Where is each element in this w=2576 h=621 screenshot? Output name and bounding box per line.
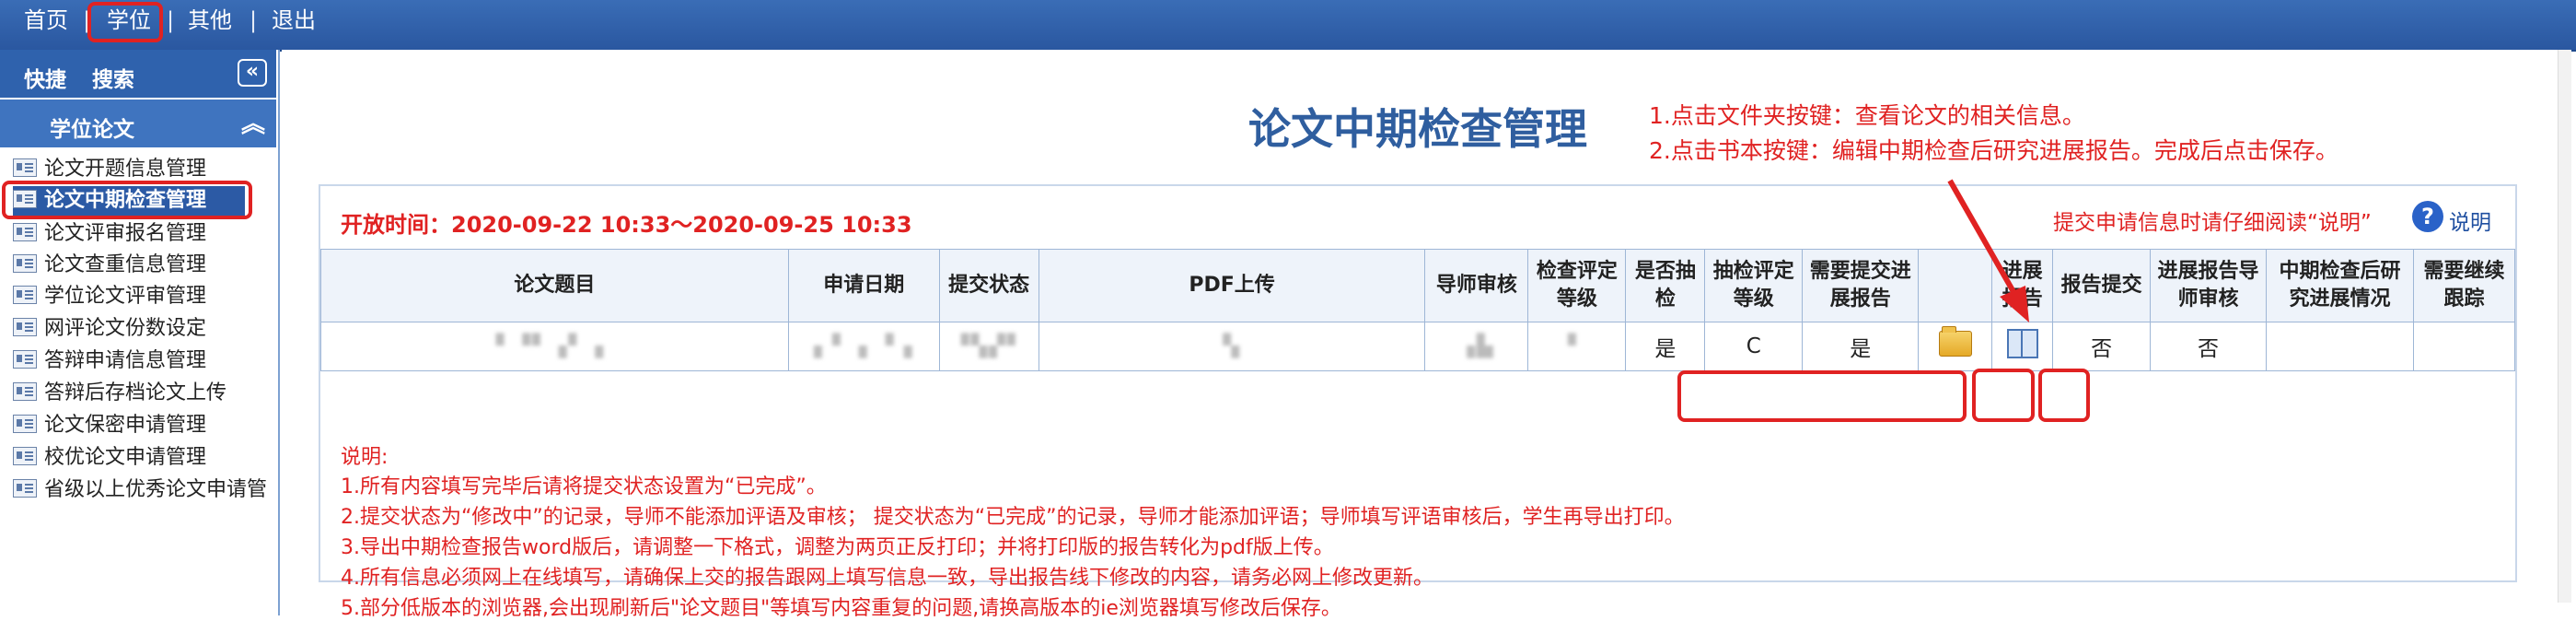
- note-line: 3.导出中期检查报告word版后，请调整一下格式，调整为两页正反打印；并将打印版…: [341, 536, 1334, 559]
- sidebar-item-thesis-review[interactable]: 学位论文评审管理: [13, 282, 276, 311]
- sidebar-search-link[interactable]: 搜索: [92, 62, 134, 93]
- cell-apply-date: ▗ ▘▗ ▝ ▖: [787, 322, 940, 371]
- column-header: 报告提交: [2052, 249, 2152, 322]
- folder-open-icon[interactable]: [1938, 326, 1972, 357]
- instruction-line: 2.点击书本按键：编辑中期检查后研究进展报告。完成后点击保存。: [1649, 137, 2338, 164]
- document-list-icon: [13, 382, 37, 401]
- cell-pdf-upload[interactable]: ▚: [1038, 322, 1426, 371]
- nav-separator: |: [249, 7, 258, 33]
- document-list-icon: [13, 479, 37, 498]
- top-navigation-bar: 首页 | 学位 | 其他 | 退出: [0, 0, 2576, 52]
- cell-need-report: 是: [1802, 322, 1920, 371]
- column-header: 论文题目: [320, 249, 789, 322]
- document-list-icon: [13, 286, 37, 304]
- highlight-annotation: [87, 2, 163, 42]
- sidebar-item-defense-archive-upload[interactable]: 答辩后存档论文上传: [13, 379, 276, 408]
- page-title: 论文中期检查管理: [1248, 104, 1587, 154]
- nav-home[interactable]: 首页: [24, 0, 68, 41]
- note-line: 4.所有信息必须网上在线填写，请确保上交的报告跟网上填写信息一致，导出报告线下修…: [341, 567, 1433, 590]
- document-list-icon: [13, 350, 37, 369]
- nav-other[interactable]: 其他: [188, 0, 232, 41]
- cell-title: ▘▝▘▗▘ ▖: [320, 322, 789, 371]
- sidebar-item-online-review-count[interactable]: 网评论文份数设定: [13, 314, 276, 344]
- sidebar-section-header[interactable]: 学位论文 ︽: [0, 100, 276, 147]
- sidebar: 快捷 搜索 « 学位论文 ︽ 论文开题信息管理 论文中期检查管理 论文评审报名管…: [0, 50, 280, 615]
- nav-logout[interactable]: 退出: [272, 0, 316, 41]
- cell-sample-grade: C: [1704, 322, 1804, 371]
- highlight-annotation: [2038, 369, 2090, 422]
- cell-follow-up: [2412, 322, 2516, 371]
- notes-heading: 说明:: [341, 446, 389, 469]
- sidebar-item-defense-application[interactable]: 答辩申请信息管理: [13, 346, 276, 376]
- column-header: 是否抽检: [1625, 249, 1706, 322]
- column-header: 中期检查后研究进展情况: [2266, 249, 2414, 322]
- highlight-annotation: [1677, 370, 1967, 422]
- column-header: [1918, 249, 1993, 322]
- table-row: ▘▝▘▗▘ ▖ ▗ ▘▗ ▝ ▖ ▝▚▞▘ ▚ ▗▙ ▘ 是 C 是 否 否: [320, 322, 2516, 371]
- open-time-value: 2020-09-22 10:33～2020-09-25 10:33: [451, 212, 912, 238]
- cell-report-submitted: 否: [2052, 322, 2152, 371]
- column-header: 检查评定等级: [1527, 249, 1627, 322]
- sidebar-quick-link[interactable]: 快捷: [24, 62, 66, 93]
- note-line: 1.所有内容填写完毕后请将提交状态设置为“已完成”。: [341, 475, 827, 498]
- cell-tutor-review: ▗▙: [1424, 322, 1529, 371]
- help-link[interactable]: 说明: [2449, 205, 2491, 236]
- column-header: 提交状态: [938, 249, 1039, 322]
- column-header: 抽检评定等级: [1704, 249, 1804, 322]
- document-list-icon: [13, 415, 37, 433]
- thesis-table: 论文题目 申请日期 提交状态 PDF上传 导师审核 检查评定等级 是否抽检 抽检…: [320, 249, 2516, 371]
- cell-progress-status: [2266, 322, 2414, 371]
- sidebar-quick-header: 快捷 搜索 «: [0, 50, 276, 98]
- scrollbar[interactable]: [2558, 50, 2571, 603]
- column-header: 导师审核: [1424, 249, 1529, 322]
- cell-folder: [1918, 322, 1993, 371]
- note-line: 5.部分低版本的浏览器,会出现刷新后"论文题目"等填写内容重复的问题,请换高版本…: [341, 597, 1341, 620]
- cell-sampled: 是: [1625, 322, 1706, 371]
- document-list-icon: [13, 318, 37, 336]
- sidebar-item-provincial-excellent[interactable]: 省级以上优秀论文申请管: [13, 475, 276, 505]
- column-header: 进展报告导师审核: [2150, 249, 2268, 322]
- cell-report-tutor-review: 否: [2150, 322, 2268, 371]
- cell-progress-report: [1991, 322, 2054, 371]
- column-header: PDF上传: [1038, 249, 1426, 322]
- nav-separator: |: [167, 7, 175, 33]
- open-time-label: 开放时间：: [341, 212, 451, 238]
- sidebar-item-school-excellent[interactable]: 校优论文申请管理: [13, 443, 276, 473]
- main-content: 论文中期检查管理 1.点击文件夹按键：查看论文的相关信息。 2.点击书本按键：编…: [282, 50, 2567, 620]
- column-header: 需要提交进展报告: [1802, 249, 1920, 322]
- sidebar-section-title: 学位论文: [50, 118, 134, 142]
- column-header: 需要继续跟踪: [2412, 249, 2516, 322]
- document-list-icon: [13, 254, 37, 273]
- double-chevron-up-icon[interactable]: ︽: [241, 105, 265, 139]
- table-header-row: 论文题目 申请日期 提交状态 PDF上传 导师审核 检查评定等级 是否抽检 抽检…: [320, 249, 2516, 322]
- cell-grade: ▘: [1527, 322, 1627, 371]
- notice-tip: 提交申请信息时请仔细阅读“说明”: [2053, 211, 2372, 235]
- sidebar-item-plagiarism-check[interactable]: 论文查重信息管理: [13, 251, 276, 280]
- double-chevron-left-icon[interactable]: «: [238, 59, 267, 87]
- column-header: 进展报告: [1991, 249, 2054, 322]
- open-time: 开放时间：2020-09-22 10:33～2020-09-25 10:33: [341, 206, 912, 239]
- sidebar-item-review-registration[interactable]: 论文评审报名管理: [13, 219, 276, 249]
- document-list-icon: [13, 158, 37, 177]
- document-list-icon: [13, 223, 37, 241]
- highlight-annotation: [1972, 369, 2035, 422]
- column-header: 申请日期: [787, 249, 940, 322]
- book-icon[interactable]: [2006, 329, 2038, 358]
- sidebar-item-confidentiality[interactable]: 论文保密申请管理: [13, 411, 276, 440]
- help-icon[interactable]: ?: [2412, 201, 2443, 232]
- cell-submit-state: ▝▚▞▘: [938, 322, 1039, 371]
- document-list-icon: [13, 447, 37, 465]
- instruction-line: 1.点击文件夹按键：查看论文的相关信息。: [1649, 102, 2085, 129]
- midterm-check-panel: 开放时间：2020-09-22 10:33～2020-09-25 10:33 提…: [319, 184, 2517, 620]
- highlight-annotation: [2, 181, 252, 219]
- note-line: 2.提交状态为“修改中”的记录，导师不能添加评语及审核； 提交状态为“已完成”的…: [341, 506, 1685, 529]
